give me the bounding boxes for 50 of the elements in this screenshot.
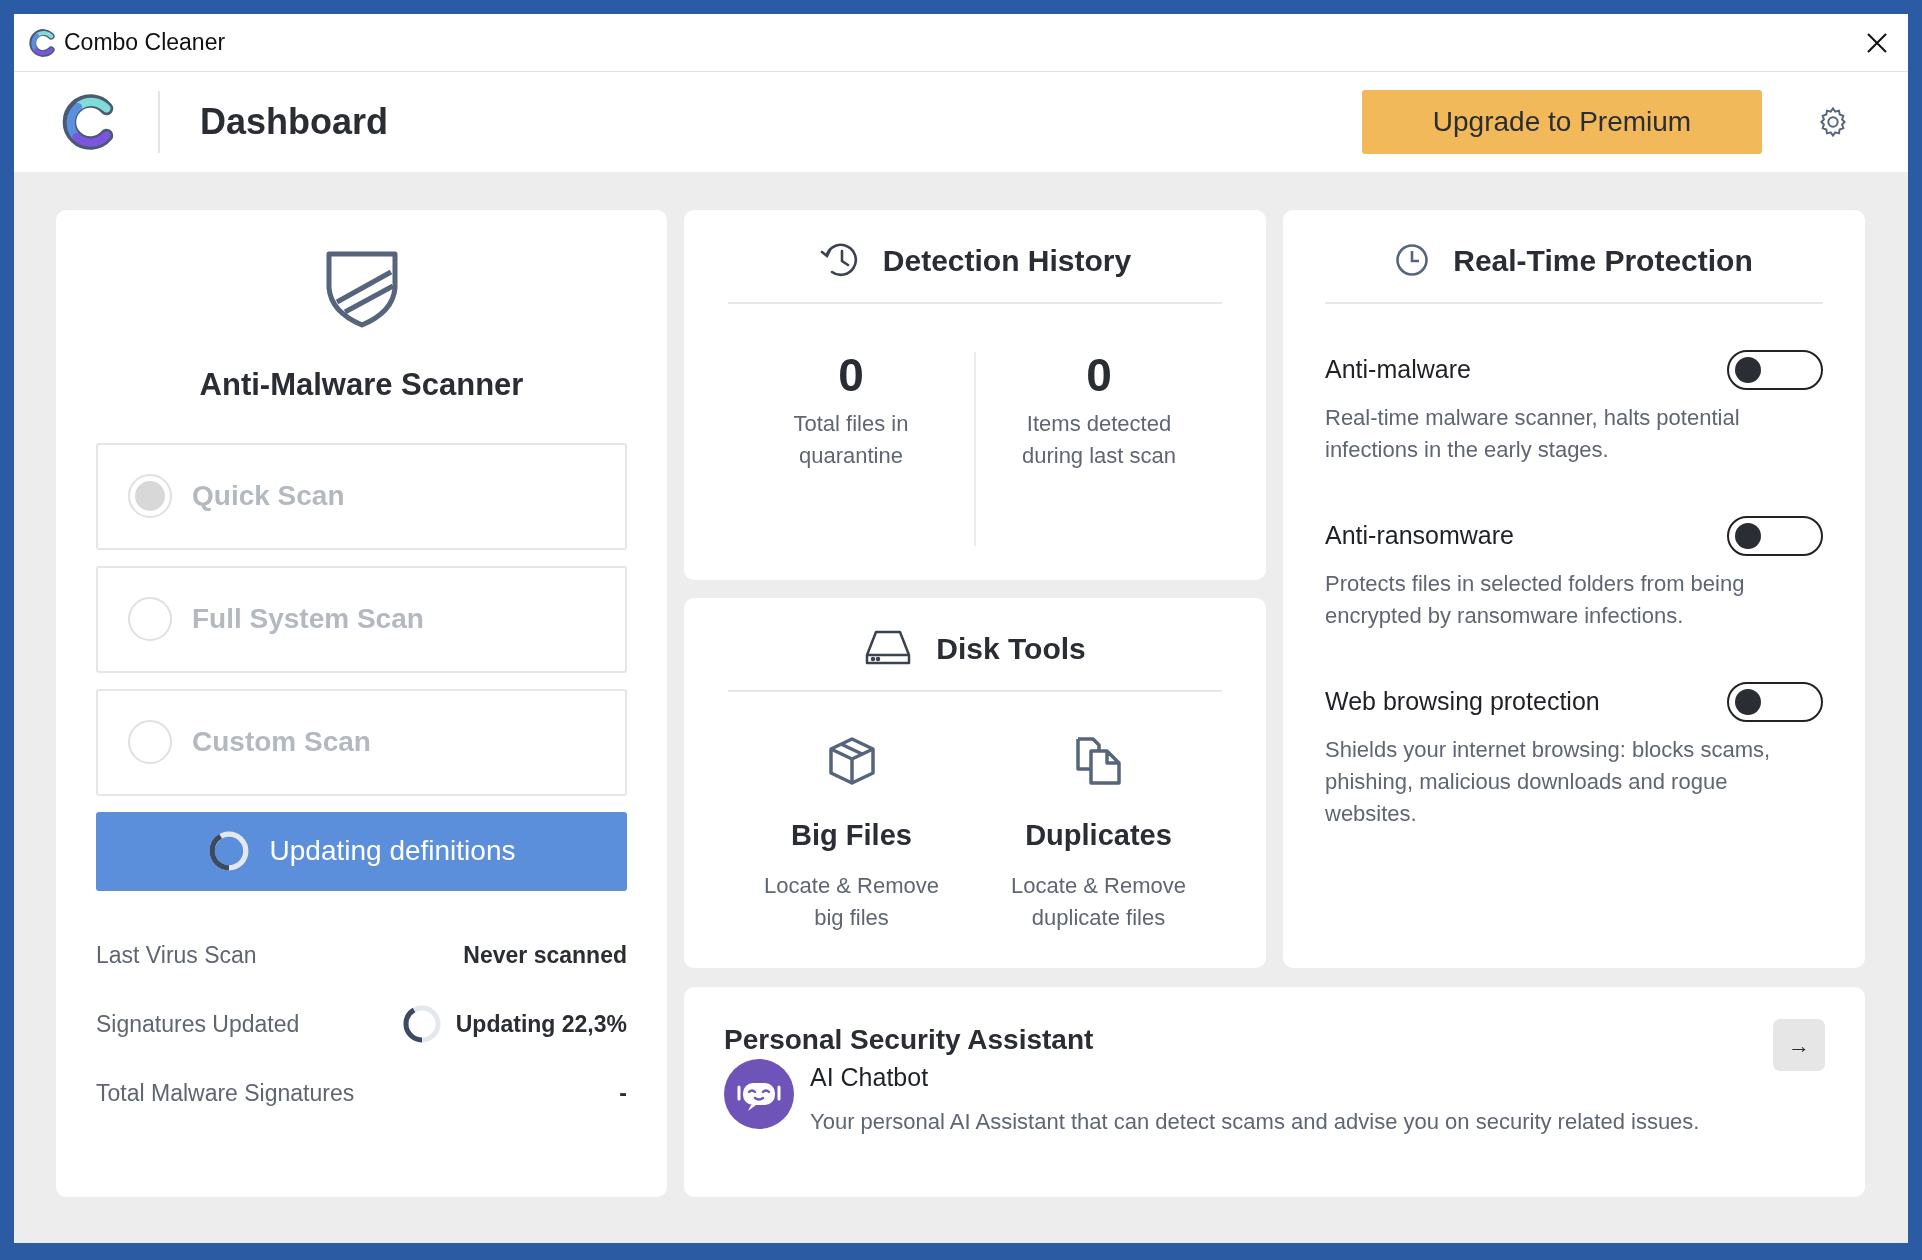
stat-label: Total files in quarantine (792, 410, 910, 470)
hard-drive-icon (864, 629, 913, 667)
tool-title: Big Files (791, 818, 912, 853)
robot-avatar-icon (724, 1059, 794, 1129)
protection-label: Anti-ransomware (1325, 520, 1514, 552)
scan-option-label: Custom Scan (192, 725, 371, 759)
history-icon (818, 242, 859, 278)
upgrade-button[interactable]: Upgrade to Premium (1362, 90, 1762, 154)
disk-tool[interactable]: Big Files Locate & Remove big files (728, 736, 975, 934)
tool-description: Locate & Remove big files (763, 871, 940, 932)
info-label: Total Malware Signatures (96, 1078, 355, 1108)
info-label: Last Virus Scan (96, 940, 257, 970)
scan-option-label: Full System Scan (192, 602, 424, 636)
protection-label: Web browsing protection (1325, 686, 1600, 718)
close-icon[interactable] (1866, 31, 1888, 54)
protection-description: Shields your internet browsing: blocks scams, phishing, malicious downloads and rogue websites. (1325, 736, 1772, 828)
card-title: Disk Tools (936, 630, 1086, 667)
protection-description: Protects files in selected folders from being encrypted by ransomware infections. (1325, 570, 1746, 630)
info-label: Signatures Updated (96, 1009, 300, 1039)
tool-description: Locate & Remove duplicate files (1010, 871, 1187, 932)
app-logo-icon (28, 27, 58, 58)
documents-icon (1074, 736, 1123, 786)
open-assistant-button[interactable]: → (1773, 1019, 1825, 1071)
tool-title: Duplicates (1025, 818, 1172, 853)
stat-value: 0 (1086, 352, 1112, 398)
card-title: Detection History (882, 242, 1132, 279)
toggle-switch[interactable] (1727, 516, 1823, 556)
card-title: Anti-Malware Scanner (199, 366, 524, 404)
protection-description: Real-time malware scanner, halts potential infections in the early stages. (1325, 404, 1741, 464)
spinner-icon (207, 830, 250, 872)
page-title: Dashboard (200, 100, 389, 144)
info-value: - (619, 1078, 627, 1108)
clock-icon (1395, 243, 1430, 277)
window-title: Combo Cleaner (64, 28, 226, 58)
spinner-icon (401, 1004, 442, 1044)
box-icon (827, 736, 876, 786)
card-title: Personal Security Assistant (724, 1023, 1094, 1057)
card-title: Real-Time Protection (1453, 242, 1753, 279)
disk-tool[interactable]: Duplicates Locate & Remove duplicate files (975, 736, 1222, 934)
info-value: Never scanned (463, 940, 627, 970)
toggle-switch[interactable] (1727, 350, 1823, 390)
toggle-switch[interactable] (1727, 682, 1823, 722)
stat-label: Items detected during last scan (1020, 410, 1178, 470)
info-value: Updating 22,3% (455, 1009, 627, 1039)
assistant-item-description: Your personal AI Assistant that can detect scams and advise you on security related issues. (810, 1107, 1700, 1136)
shield-icon (324, 250, 399, 328)
scan-option-label: Quick Scan (192, 479, 345, 513)
protection-label: Anti-malware (1325, 354, 1471, 386)
assistant-item-title: AI Chatbot (810, 1062, 930, 1093)
stat-value: 0 (838, 352, 864, 398)
